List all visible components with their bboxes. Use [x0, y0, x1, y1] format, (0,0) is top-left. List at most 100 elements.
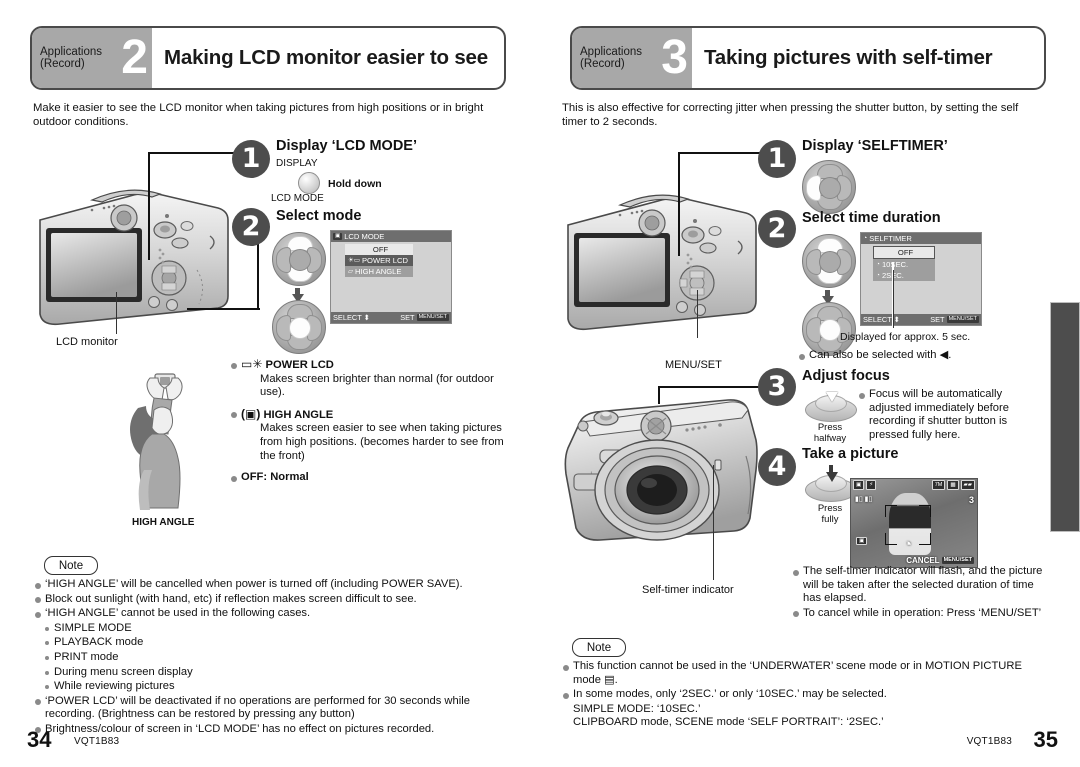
shutter-button-halfway[interactable] — [805, 390, 857, 422]
left-page-banner: Applications (Record) 2 Making LCD monit… — [30, 26, 506, 90]
left-note-label: Note — [44, 556, 98, 575]
cursor-pad-center-2[interactable] — [289, 317, 311, 339]
high-angle-text: Makes screen easier to see when taking p… — [260, 422, 504, 462]
left-page-number: 34 — [27, 727, 52, 752]
selftimer-display-duration-caption: Displayed for approx. 5 sec. — [840, 331, 971, 343]
lcd-menu-set-hint: SET MENU/SET — [400, 313, 449, 322]
step4-bullets: The self-timer indicator will flash, and… — [792, 565, 1054, 621]
selftimer-item-2sec[interactable]: ◔ 2SEC. — [873, 270, 935, 281]
focus-corner-tr — [919, 505, 931, 517]
preview-shot-counter: 3 — [968, 495, 974, 505]
lcd-menu-item-power-lcd[interactable]: ☀▭ POWER LCD — [345, 255, 413, 266]
note-item: ‘HIGH ANGLE’ will be cancelled when powe… — [34, 578, 514, 592]
press-halfway-arrow-icon — [826, 392, 838, 402]
press-fully-arrow-icon — [826, 472, 838, 482]
right-step-4-badge: 4 — [758, 448, 796, 486]
right-page: Applications (Record) 3 Taking pictures … — [540, 0, 1080, 767]
left-intro-text: Make it easier to see the LCD monitor wh… — [33, 102, 484, 128]
cursor-pad-set[interactable] — [272, 300, 326, 354]
right-note-label: Note — [572, 638, 626, 657]
note-item: This function cannot be used in the ‘UND… — [562, 660, 1052, 687]
page-title-right: Taking pictures with self-timer — [704, 46, 993, 69]
cursor-pad-center-st3[interactable] — [819, 319, 841, 341]
off-normal-item: OFF: Normal — [230, 471, 510, 485]
cursor-pad-center-st[interactable] — [819, 177, 841, 199]
note-item: ‘POWER LCD’ will be deactivated if no op… — [34, 695, 514, 722]
self-timer-indicator-label: Self-timer indicator — [642, 584, 734, 596]
banner-section-number: 2 — [121, 31, 148, 84]
selftimer-menu-title-bar: ◔ SELFTIMER — [861, 233, 981, 244]
right-step3-connector-vert — [658, 386, 660, 404]
right-step-4-title: Take a picture — [802, 446, 899, 462]
preview-resolution-chip: 7M — [931, 480, 946, 490]
lcd-menu-title-bar: ▣ LCD MODE — [331, 231, 451, 242]
right-step-2-badge: 2 — [758, 210, 796, 248]
lcd-monitor-label: LCD monitor — [56, 336, 118, 348]
right-intro-text: This is also effective for correcting ji… — [562, 102, 1019, 128]
menu-set-badge: MENU/SET — [416, 314, 449, 321]
note-item: CLIPBOARD mode, SCENE mode ‘SELF PORTRAI… — [573, 716, 884, 729]
cursor-pad-left-selftimer[interactable] — [802, 160, 856, 214]
cursor-pad-updown[interactable] — [272, 232, 326, 286]
selftimer-clock-icon: ◔ — [863, 235, 868, 242]
step3-bullet-wrap: Focus will be automatically adjusted imm… — [858, 388, 1030, 443]
lcd-mode-icon: ▣ — [333, 233, 343, 240]
banner-section-number-right: 3 — [661, 31, 688, 84]
cursor-pad-center-st2[interactable] — [819, 251, 841, 273]
left-page: Applications (Record) 2 Making LCD monit… — [0, 0, 540, 767]
cursor-pad-set-st2[interactable] — [802, 302, 856, 356]
banner-category-tab-right: Applications (Record) 3 — [572, 28, 692, 88]
preview-exposure-bar: ▮▯ ▮▯ — [855, 496, 873, 503]
selftimer-item-off[interactable]: OFF — [873, 246, 935, 259]
right-page-number: 35 — [1033, 727, 1058, 752]
note-item: PLAYBACK mode — [34, 636, 514, 650]
high-angle-illustration — [108, 372, 228, 512]
cursor-pad-center[interactable] — [289, 249, 311, 271]
mode-descriptions: ▭✳ POWER LCD Makes screen brighter than … — [230, 357, 510, 486]
right-step1-connector-vert — [678, 152, 680, 256]
selftimer-menu-footer: SELECT ⬍ SET MENU/SET — [861, 314, 981, 325]
step-2-title: Select mode — [276, 208, 362, 224]
step1-connector-down — [148, 152, 150, 260]
step-2-badge: 2 — [232, 208, 270, 246]
note-item: SIMPLE MODE: ‘10SEC.’ — [573, 702, 701, 715]
lcd-menu-body: OFF ☀▭ POWER LCD ▱ HIGH ANGLE — [331, 242, 451, 312]
focus-corner-tl — [885, 505, 897, 517]
page-title: Making LCD monitor easier to see — [164, 46, 488, 69]
step-1-title: Display ‘LCD MODE’ — [276, 138, 417, 154]
camera-back-illustration-right — [560, 178, 770, 338]
lcd-mode-menu-screen: ▣ LCD MODE OFF ☀▭ POWER LCD ▱ HIGH ANGLE — [330, 230, 452, 324]
display-lcd-mode-button[interactable] — [298, 172, 320, 194]
banner-category-text: Applications (Record) — [40, 45, 103, 71]
note-item: During menu screen display — [34, 666, 514, 680]
note-item: In some modes, only ‘2SEC.’ or only ‘10S… — [562, 688, 1052, 702]
preview-top-indicators: ▣ ⚡ 7M ▩ ▰▰ — [851, 479, 977, 491]
note-item: ‘HIGH ANGLE’ cannot be used in the follo… — [34, 607, 514, 621]
banner-category-text-right: Applications (Record) — [580, 45, 643, 71]
shutter-button-fully[interactable] — [805, 465, 857, 502]
selftimer-10sec-icon: ◔ — [876, 261, 880, 268]
lcd-menu-item-high-angle[interactable]: ▱ HIGH ANGLE — [345, 266, 413, 277]
lcd-menu-select-hint: SELECT ⬍ — [333, 313, 370, 322]
right-step-1-badge: 1 — [758, 140, 796, 178]
high-angle-description: (▣) HIGH ANGLE Makes screen easier to se… — [230, 406, 510, 463]
selftimer-2sec-icon: ◔ — [876, 272, 880, 279]
menu-set-leader-line — [697, 290, 698, 338]
banner-category-tab: Applications (Record) 2 — [32, 28, 152, 88]
selftimer-extra-bullet-wrap: Can also be selected with ◀. — [798, 349, 1038, 364]
lcd-menu-item-off[interactable]: OFF — [345, 244, 413, 255]
step4-bullet: To cancel while in operation: Press ‘MEN… — [792, 607, 1054, 621]
selftimer-set-hint: SET MENU/SET — [930, 315, 979, 324]
cursor-pad-updown-st2[interactable] — [802, 234, 856, 288]
preview-flash-icon: ⚡ — [866, 480, 877, 490]
selftimer-caption-leader — [893, 270, 894, 328]
note-item: PRINT mode — [34, 651, 514, 665]
preview-selftimer-icon: ◔ — [903, 536, 913, 553]
note-item: Brightness/colour of screen in ‘LCD MODE… — [34, 723, 514, 737]
step2-connector — [187, 308, 260, 310]
selftimer-item-10sec[interactable]: ◔ 10SEC. — [873, 259, 935, 270]
high-angle-bullet-icon: (▣) — [241, 406, 261, 421]
hold-down-label: Hold down — [328, 178, 382, 190]
right-step-3-badge: 3 — [758, 368, 796, 406]
preview-battery-icon: ▰▰ — [960, 480, 975, 490]
